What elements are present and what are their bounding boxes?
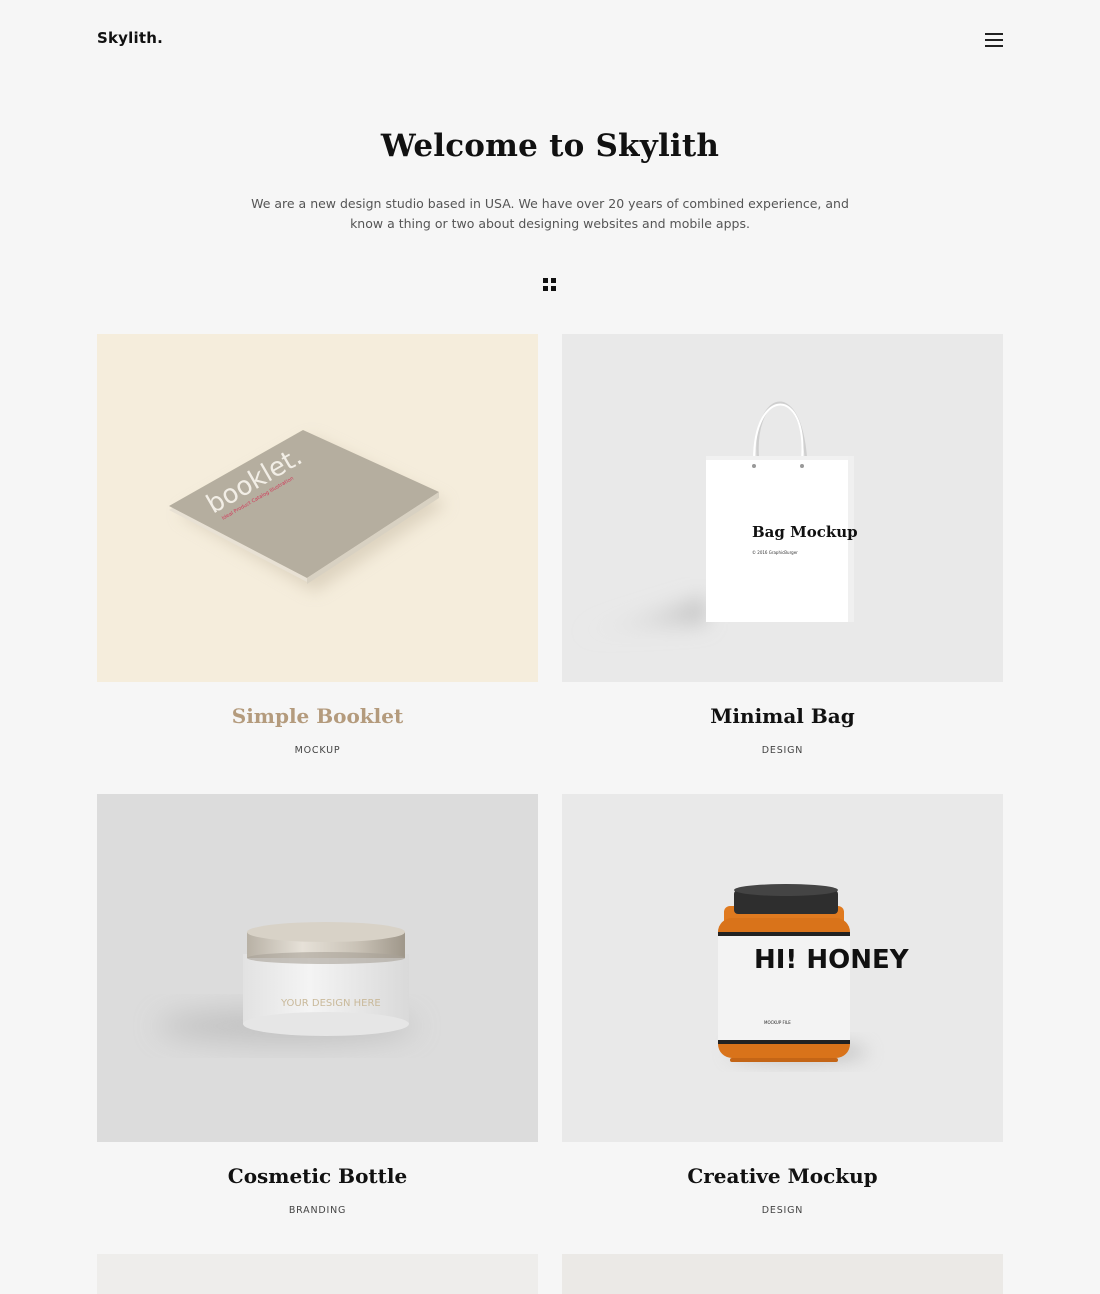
portfolio-thumbnail[interactable]: booklet. Ideal Product Catalog Illustrat… [97, 334, 538, 682]
intro-text: We are a new design studio based in USA.… [251, 196, 849, 231]
honey-label-text: HI! HONEY [754, 945, 910, 975]
portfolio-thumbnail-partial[interactable] [97, 1254, 538, 1294]
page-title: Welcome to Skylith [380, 128, 720, 164]
portfolio-item-category[interactable]: BRANDING [97, 1205, 538, 1216]
honey-sublabel-text: MOCKUP FILE [764, 1020, 791, 1025]
portfolio-item-category[interactable]: MOCKUP [97, 745, 538, 756]
hamburger-menu-icon[interactable] [985, 32, 1003, 47]
site-header: Skylith. [0, 0, 1100, 80]
portfolio-thumbnail[interactable]: HI! HONEY MOCKUP FILE [562, 794, 1003, 1142]
portfolio-item-category[interactable]: DESIGN [562, 745, 1003, 756]
portfolio-item-title[interactable]: Minimal Bag [562, 704, 1003, 728]
bag-credit-text: © 2016 GraphicBurger [752, 550, 798, 555]
bag-brand-text: Bag Mockup [752, 523, 858, 541]
portfolio-item-title[interactable]: Creative Mockup [562, 1164, 1003, 1188]
portfolio-item-title[interactable]: Cosmetic Bottle [97, 1164, 538, 1188]
portfolio-item-title[interactable]: Simple Booklet [97, 704, 538, 728]
site-logo[interactable]: Skylith. [97, 29, 163, 47]
portfolio-thumbnail-partial[interactable] [562, 1254, 1003, 1294]
grid-filter-icon[interactable] [543, 278, 557, 292]
jar-label-text: YOUR DESIGN HERE [280, 998, 381, 1009]
portfolio-thumbnail[interactable]: YOUR DESIGN HERE [97, 794, 538, 1142]
portfolio-item-category[interactable]: DESIGN [562, 1205, 1003, 1216]
portfolio-thumbnail[interactable]: Bag Mockup © 2016 GraphicBurger [562, 334, 1003, 682]
